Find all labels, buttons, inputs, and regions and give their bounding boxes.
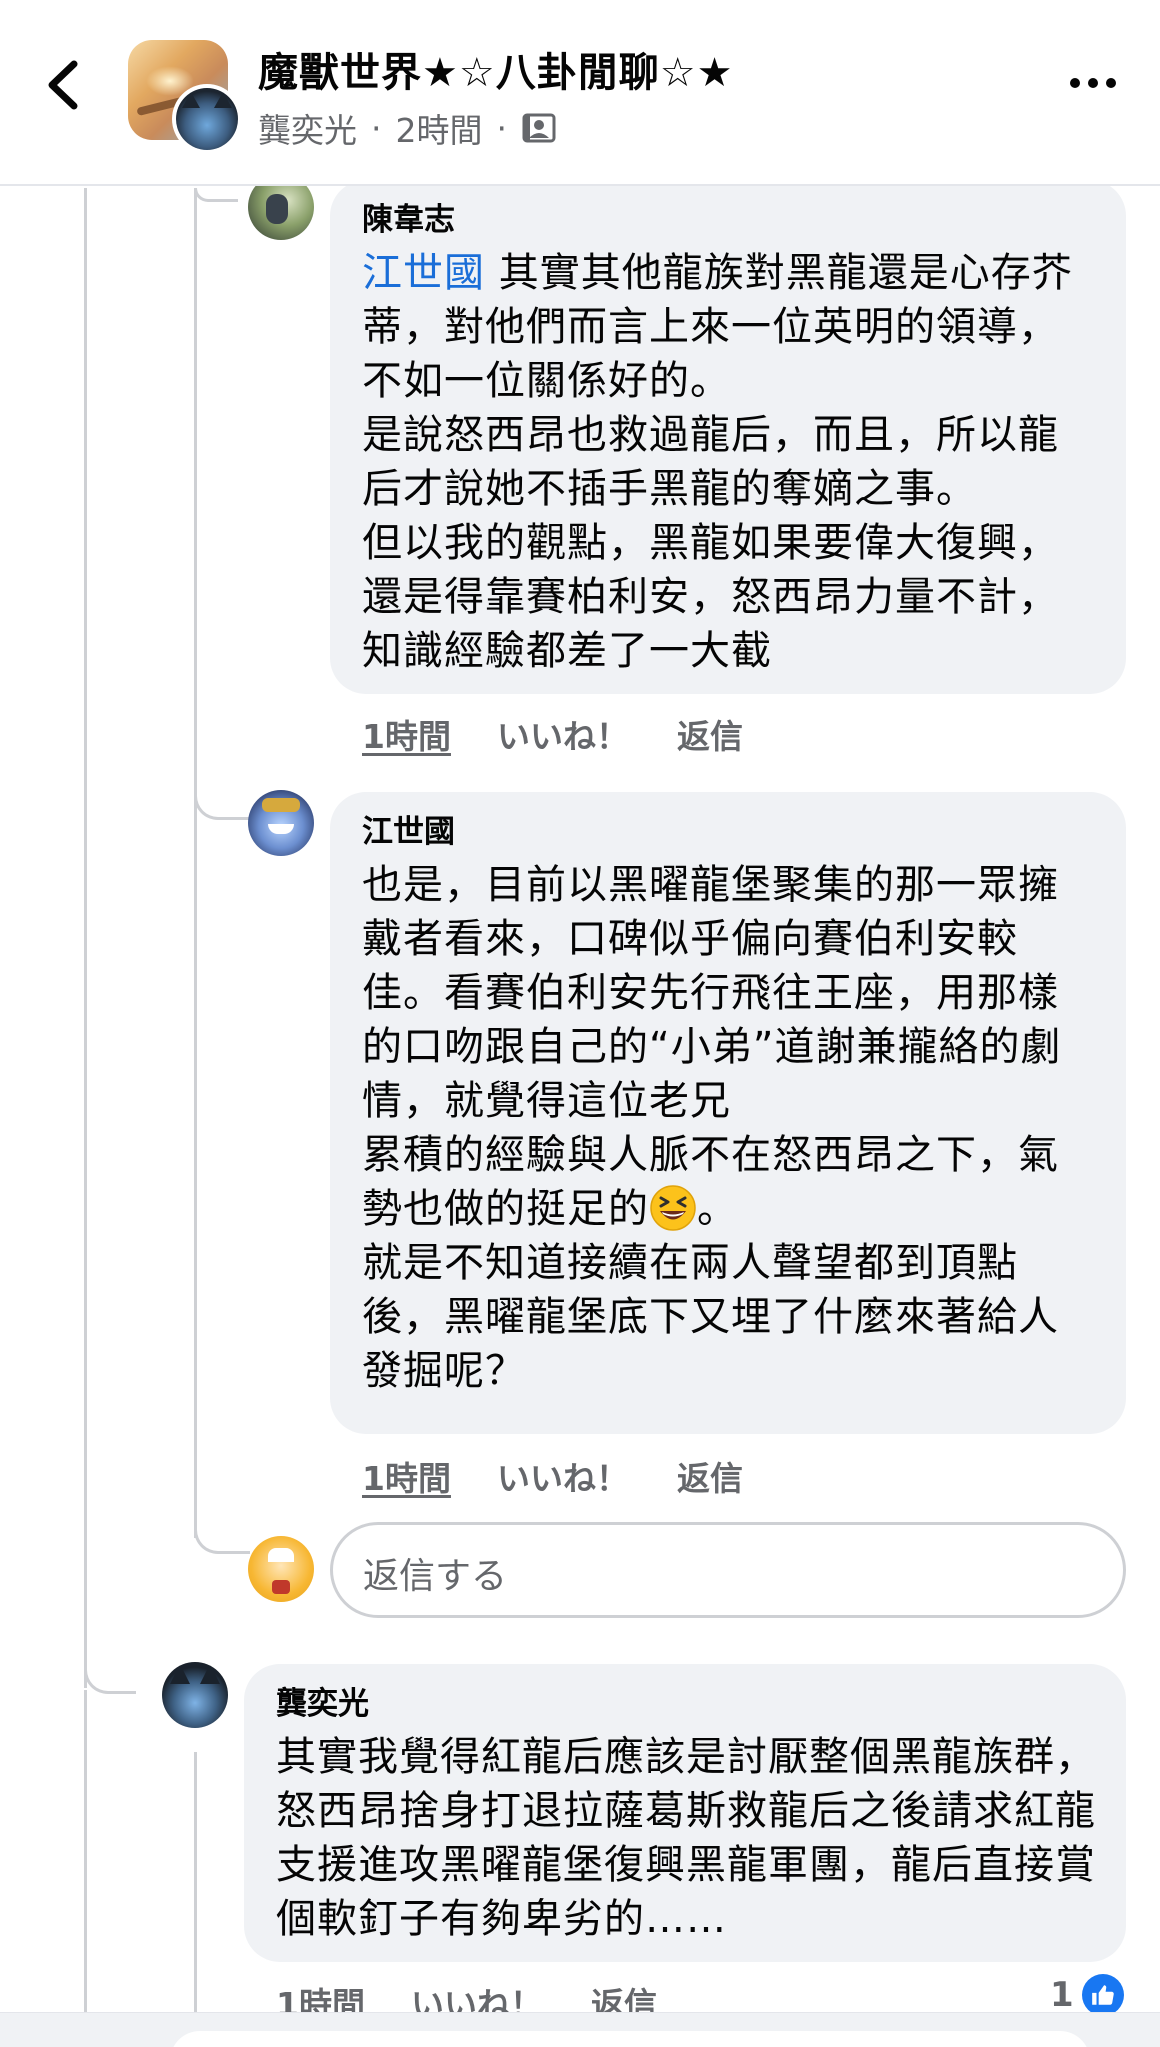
group-photo-icon	[521, 112, 557, 144]
comment-bubble: 龔奕光 其實我覺得紅龍后應該是討厭整個黑龍族群，怒西昂捨身打退拉薩葛斯救龍后之後…	[244, 1664, 1126, 1962]
comment-paragraph: 就是不知道接續在兩人聲望都到頂點後，黑曜龍堡底下又埋了什麼來著給人發掘呢？	[362, 1240, 1059, 1394]
post-header: 魔獸世界★☆八卦閒聊☆★ 龔奕光 · 2時間 ·	[0, 0, 1160, 186]
reply-button[interactable]: 返信	[677, 1452, 743, 1500]
thread-line-inner	[194, 188, 197, 1538]
thread-connector-1	[194, 188, 238, 202]
comment-author[interactable]: 龔奕光	[276, 1684, 1096, 1724]
comment-paragraph: 是說怒西昂也救過龍后，而且，所以龍后才說她不插手黑龍的奪嫡之事。	[362, 412, 1059, 512]
avatar[interactable]	[162, 1662, 228, 1728]
poster-avatar[interactable]	[172, 84, 242, 154]
mention-link[interactable]: 江世國	[362, 250, 485, 296]
reaction-summary[interactable]: 1	[1050, 1974, 1124, 2016]
thread-line-outer	[84, 188, 87, 1688]
comment-actions: 1時間 いいね！ 返信	[362, 710, 743, 758]
comment-time[interactable]: 1時間	[362, 1452, 451, 1500]
comment-paragraph: 其實我覺得紅龍后應該是討厭整個黑龍族群，怒西昂捨身打退拉薩葛斯救龍后之後請求紅龍…	[276, 1734, 1096, 1942]
post-meta: 龔奕光 · 2時間 ·	[258, 104, 557, 152]
thread-connector-3	[194, 1514, 250, 1554]
meta-separator: ·	[496, 108, 508, 148]
back-button[interactable]	[38, 50, 88, 120]
meta-separator: ·	[371, 108, 382, 148]
comment-paragraph: 累積的經驗與人脈不在怒西昂之下，氣勢也做的挺足的。	[362, 1128, 1096, 1236]
comment-author[interactable]: 江世國	[362, 812, 1096, 852]
current-user-avatar[interactable]	[248, 1536, 314, 1602]
chevron-left-icon	[48, 60, 78, 110]
thumbs-up-icon	[1081, 1974, 1124, 2016]
comment-bubble: 江世國 也是，目前以黑曜龍堡聚集的那一眾擁戴者看來，口碑似乎偏向賽伯利安較佳。看…	[330, 792, 1126, 1434]
reply-input[interactable]: 返信する	[330, 1522, 1126, 1618]
poster-name[interactable]: 龔奕光	[258, 104, 357, 152]
group-name[interactable]: 魔獸世界★☆八卦閒聊☆★	[258, 40, 733, 98]
comment-bubble: 陳韋志 江世國 其實其他龍族對黑龍還是心存芥蒂，對他們而言上來一位英明的領導，不…	[330, 180, 1126, 694]
comment-author[interactable]: 陳韋志	[362, 200, 1096, 240]
thread-line-reply	[194, 1752, 197, 2020]
comment-paragraph: 但以我的觀點，黑龍如果要偉大復興，還是得靠賽柏利安，怒西昂力量不計，知識經驗都差…	[362, 520, 1059, 674]
bottom-composer-pill[interactable]	[170, 2031, 1090, 2047]
comment-paragraph: 也是，目前以黑曜龍堡聚集的那一眾擁戴者看來，口碑似乎偏向賽伯利安較佳。看賽伯利安…	[362, 862, 1062, 1124]
reply-button[interactable]: 返信	[677, 710, 743, 758]
more-dots-icon	[1106, 78, 1116, 88]
more-dots-icon	[1070, 78, 1080, 88]
comment-text-run: 。	[697, 1186, 738, 1232]
comment-actions: 1時間 いいね！ 返信	[362, 1452, 743, 1500]
comment-text: 也是，目前以黑曜龍堡聚集的那一眾擁戴者看來，口碑似乎偏向賽伯利安較佳。看賽伯利安…	[362, 858, 1096, 1398]
comment-text: 其實我覺得紅龍后應該是討厭整個黑龍族群，怒西昂捨身打退拉薩葛斯救龍后之後請求紅龍…	[276, 1730, 1096, 1946]
grinning-squinting-face-icon	[649, 1184, 697, 1232]
like-button[interactable]: いいね！	[497, 1452, 629, 1500]
more-options-button[interactable]	[1068, 68, 1118, 98]
poster-avatar-face	[176, 88, 238, 150]
thread-connector-outer	[84, 1630, 136, 1694]
more-dots-icon	[1088, 78, 1098, 88]
bottom-composer-area	[0, 2012, 1160, 2047]
comment-text: 江世國 其實其他龍族對黑龍還是心存芥蒂，對他們而言上來一位英明的領導，不如一位關…	[362, 246, 1096, 678]
comment-paragraph: 江世國 其實其他龍族對黑龍還是心存芥蒂，對他們而言上來一位英明的領導，不如一位關…	[362, 246, 1096, 408]
thread-line-outer-continue	[84, 1690, 87, 2020]
post-time[interactable]: 2時間	[396, 104, 483, 152]
comment-time[interactable]: 1時間	[362, 710, 451, 758]
like-button[interactable]: いいね！	[497, 710, 629, 758]
avatar[interactable]	[248, 790, 314, 856]
reaction-count: 1	[1050, 1975, 1074, 2015]
thread-connector-2	[194, 780, 250, 820]
